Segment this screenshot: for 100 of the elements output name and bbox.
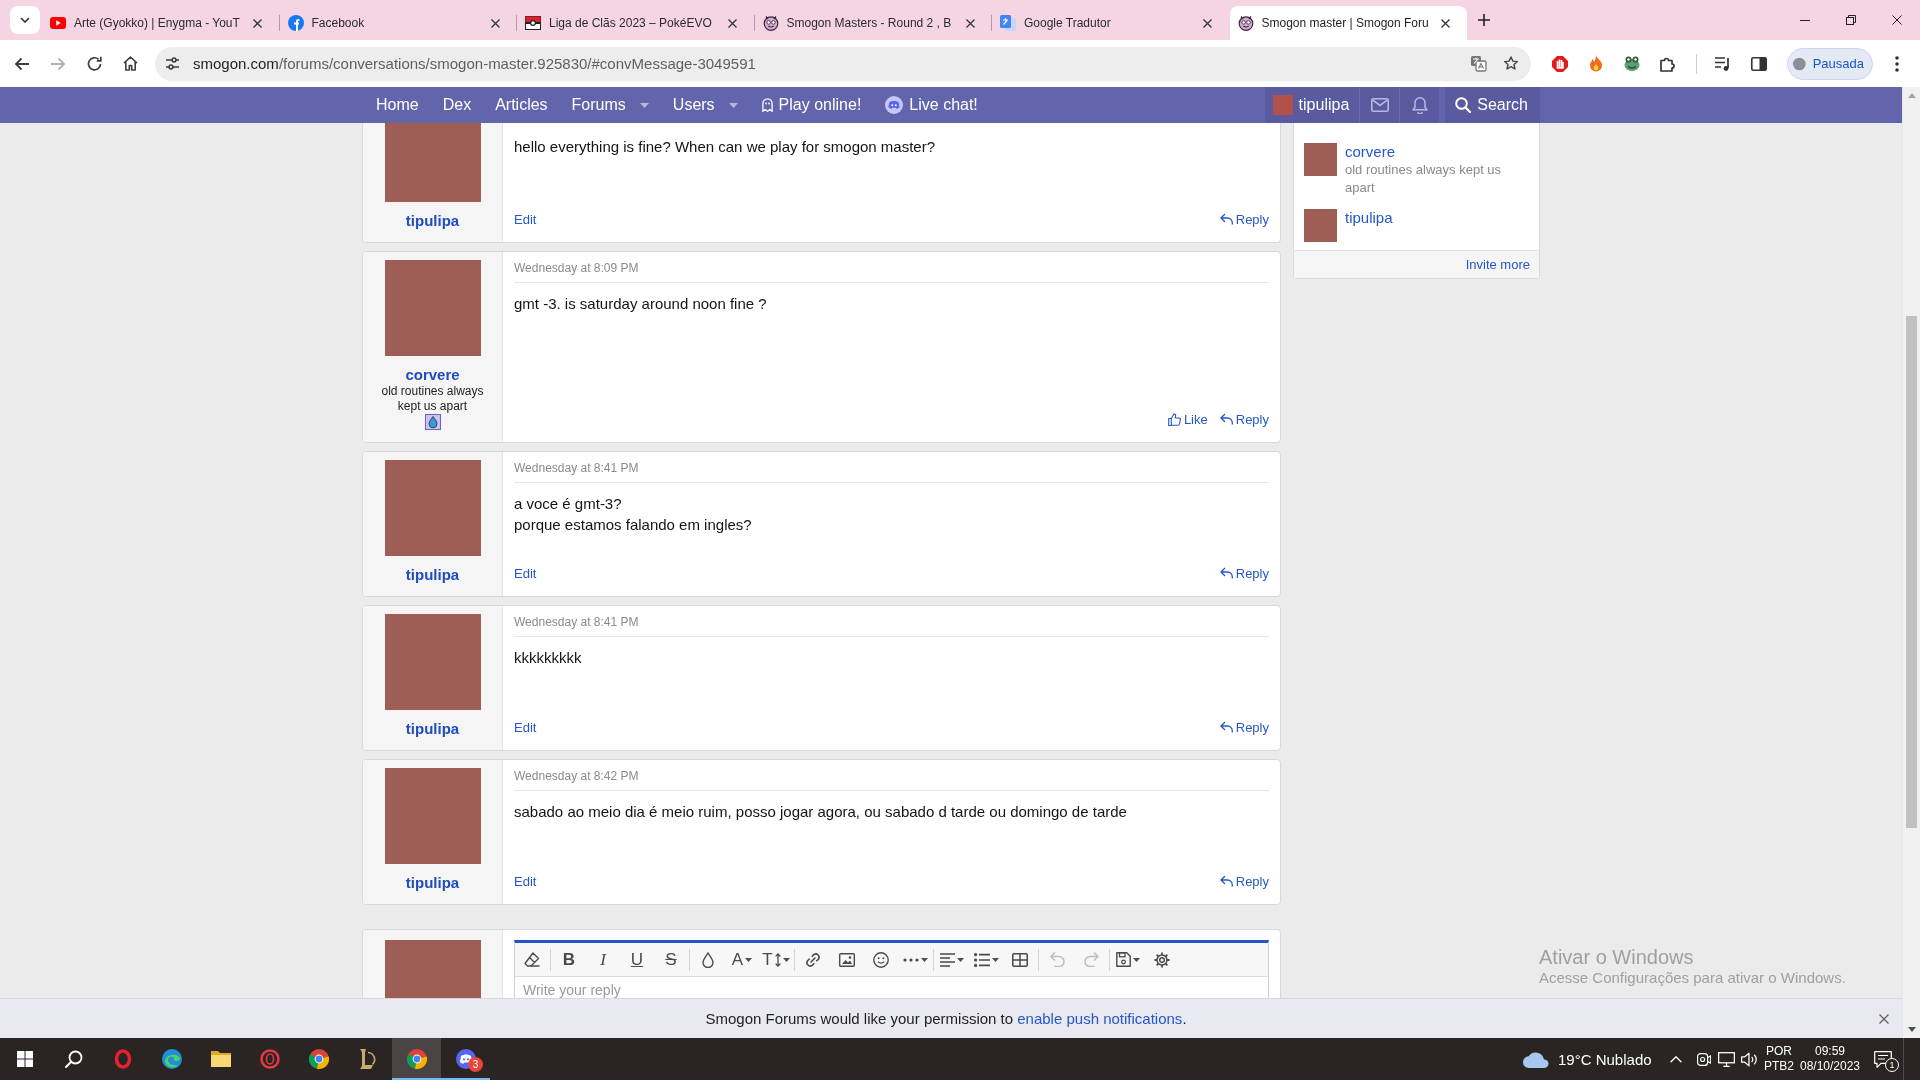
folder-icon — [210, 1051, 231, 1067]
username-link[interactable]: tipulipa — [405, 566, 460, 584]
username-link[interactable]: tipulipa — [405, 720, 460, 738]
participant-link[interactable]: corvere — [1345, 143, 1396, 161]
font-button[interactable]: A — [725, 942, 759, 977]
translate-icon — [1000, 15, 1016, 31]
post-date: Wednesday at 8:42 PM — [514, 769, 639, 783]
clock-button[interactable]: 09:59 08/10/2023 — [1797, 1038, 1863, 1080]
nav-link[interactable]: Articles — [483, 87, 560, 123]
forward-arrow-icon — [50, 56, 66, 71]
stop-hand-icon — [1552, 55, 1568, 72]
notification-count: 1 — [1885, 1058, 1899, 1072]
play-button-icon — [50, 17, 66, 29]
reply-arrow-icon — [1219, 567, 1233, 579]
game-controller-icon — [885, 96, 904, 114]
bullet-list-icon — [973, 952, 990, 967]
browser-tab[interactable]: Google Tradutor — [992, 6, 1230, 40]
notification-badge: 3 — [468, 1057, 483, 1072]
address-bar[interactable]: smogon.com/forums/conversations/smogon-master.925830/#convMessage-3049591 — [155, 46, 1531, 81]
edit-link[interactable]: Edit — [514, 211, 537, 227]
edit-link[interactable]: Edit — [514, 565, 537, 581]
underline-button[interactable]: U — [620, 942, 654, 977]
message-text: sabado ao meio dia é meio ruim, posso jogar agora, ou sabado d tarde ou domingo de tarde — [514, 802, 1128, 822]
link-icon — [805, 951, 821, 968]
reply-link[interactable]: Reply — [1219, 719, 1269, 735]
redo-icon — [1083, 952, 1099, 967]
close-icon — [1892, 15, 1902, 25]
message-text: hello everything is fine? When can we play for smogon master? — [514, 137, 937, 157]
edit-link[interactable]: Edit — [514, 873, 537, 889]
inbox-button[interactable] — [1359, 87, 1400, 123]
reply-link[interactable]: Reply — [1219, 873, 1269, 889]
reply-arrow-icon — [1219, 721, 1233, 733]
username-link[interactable]: tipulipa — [405, 212, 460, 230]
browser-tab[interactable]: Smogon Masters - Round 2 , B — [754, 6, 992, 40]
weather-widget[interactable]: 19°C Nublado — [1520, 1038, 1660, 1080]
invite-more-link[interactable]: Invite more — [1465, 257, 1530, 272]
frog-icon — [1624, 56, 1640, 71]
reply-arrow-icon — [1219, 875, 1233, 887]
font-size-button[interactable]: T — [759, 942, 793, 977]
ghost-icon — [761, 98, 773, 112]
post-date: Wednesday at 8:41 PM — [514, 615, 639, 629]
nav-menu[interactable]: Forums — [559, 87, 661, 123]
nav-link[interactable]: Play online! — [749, 87, 874, 123]
caret-down-icon — [1907, 1027, 1916, 1032]
reply-link[interactable]: Reply — [1219, 411, 1269, 427]
plus-icon — [1478, 14, 1490, 26]
nav-menu[interactable]: Users — [660, 87, 750, 123]
search-button[interactable]: Search — [1445, 87, 1540, 123]
username-link[interactable]: tipulipa — [405, 874, 460, 892]
home-icon — [122, 56, 138, 71]
browser-tab[interactable]: Facebook — [279, 6, 517, 40]
caret-icon — [957, 957, 964, 962]
caret-icon — [991, 957, 999, 962]
drop-icon — [702, 951, 714, 968]
tab-search-button[interactable] — [10, 6, 40, 34]
nav-link[interactable]: Dex — [430, 87, 484, 123]
swirl-icon — [161, 1049, 182, 1069]
reload-icon — [86, 56, 102, 71]
browser-icon — [308, 1049, 329, 1069]
taskbar-app-button[interactable] — [392, 1038, 441, 1080]
profile-button[interactable]: Pausada — [1787, 47, 1873, 80]
puzzle-piece-icon — [1660, 55, 1676, 72]
participant-link[interactable]: tipulipa — [1345, 209, 1393, 227]
nav-link[interactable]: Home — [362, 87, 431, 123]
message-text: a voce é gmt-3? — [514, 494, 623, 514]
search-icon — [1455, 97, 1472, 113]
reply-link[interactable]: Reply — [1219, 211, 1269, 227]
close-icon — [490, 18, 500, 28]
input-language-button[interactable]: POR PTB2 — [1761, 1038, 1797, 1080]
browser-icon — [406, 1049, 427, 1069]
mascot-icon — [762, 15, 779, 31]
browser-tab[interactable]: Arte (Gyokko) | Enygma - YouT — [42, 6, 280, 40]
italic-button[interactable]: I — [586, 942, 620, 977]
ring-icon — [259, 1049, 280, 1069]
reply-arrow-icon — [1219, 213, 1233, 225]
browser-tab[interactable]: Liga de Clãs 2023 – PokéEVO — [517, 6, 755, 40]
message-text: porque estamos falando em ingles? — [514, 515, 753, 535]
alerts-button[interactable] — [1399, 87, 1440, 123]
strikethrough-button[interactable]: S — [654, 942, 688, 977]
nav-link[interactable]: Live chat! — [873, 87, 990, 123]
scrollbar-thumb[interactable] — [1906, 316, 1917, 828]
reply-link[interactable]: Reply — [1219, 565, 1269, 581]
speaker-icon — [1741, 1051, 1758, 1067]
eraser-icon — [524, 952, 540, 967]
edit-link[interactable]: Edit — [514, 719, 537, 735]
close-icon — [1440, 18, 1450, 28]
username-link[interactable]: corvere — [405, 366, 460, 384]
taskbar-app-button[interactable]: 3 — [441, 1038, 490, 1080]
enable-notifications-link[interactable]: enable push notifications — [1017, 1010, 1183, 1027]
bold-button[interactable]: B — [552, 942, 586, 977]
user-title: old routines always kept us apart — [380, 384, 485, 414]
account-link[interactable]: tipulipa — [1264, 87, 1360, 123]
monitor-icon — [1718, 1051, 1735, 1067]
chevron-up-icon — [1670, 1055, 1682, 1063]
browser-tab[interactable]: Smogon master | Smogon Foru — [1229, 6, 1467, 40]
like-link[interactable]: Like — [1167, 411, 1208, 427]
caret-icon — [1133, 957, 1140, 962]
post-date: Wednesday at 8:09 PM — [514, 261, 639, 275]
message-text: kkkkkkkkk — [514, 648, 583, 668]
action-center-button[interactable]: 1 — [1863, 1038, 1903, 1080]
